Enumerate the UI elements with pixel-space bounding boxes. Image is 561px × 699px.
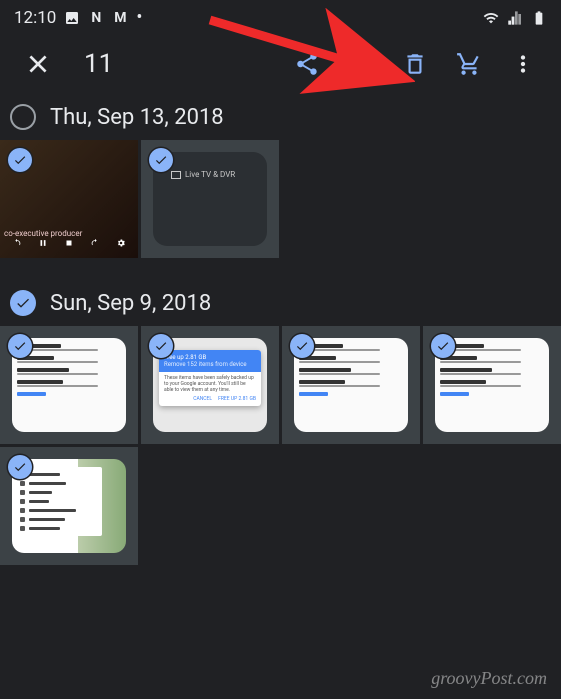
share-button[interactable] [287, 44, 327, 84]
photo-thumbnail[interactable]: Free up 2.81 GB Remove 152 items from de… [141, 326, 279, 444]
dialog-body: These items have been safely backed up t… [159, 372, 261, 396]
photo-row: co-executive producer Live TV & DVR [0, 136, 561, 278]
watermark: groovyPost.com [431, 668, 547, 689]
section-select-toggle[interactable] [10, 290, 36, 316]
video-controls-icon [4, 234, 134, 252]
dialog-subtitle: Remove 152 items from device [164, 361, 247, 368]
status-time: 12:10 [14, 8, 56, 28]
photo-thumbnail[interactable]: Live TV & DVR [141, 140, 279, 258]
date-label: Sun, Sep 9, 2018 [50, 291, 211, 316]
photo-row: Free up 2.81 GB Remove 152 items from de… [0, 322, 561, 585]
close-button[interactable] [18, 44, 58, 84]
add-to-button[interactable] [341, 44, 381, 84]
photo-grid-content: Thu, Sep 13, 2018 co-executive producer [0, 92, 561, 585]
status-bar: 12:10 N M • [0, 0, 561, 36]
selection-app-bar: 11 [0, 36, 561, 92]
gmail-icon: M [112, 10, 128, 26]
selection-checkmark[interactable] [149, 334, 173, 358]
delete-button[interactable] [395, 44, 435, 84]
photo-thumbnail[interactable] [423, 326, 561, 444]
signal-icon [507, 10, 523, 26]
date-section-header[interactable]: Thu, Sep 13, 2018 [0, 92, 561, 136]
selection-checkmark[interactable] [8, 334, 32, 358]
photo-thumbnail[interactable] [0, 326, 138, 444]
dialog-title: Free up 2.81 GB [164, 354, 206, 361]
netflix-icon: N [88, 10, 104, 26]
thumbnail-caption: Live TV & DVR [171, 170, 235, 179]
selection-count: 11 [84, 49, 113, 79]
selection-checkmark[interactable] [431, 334, 455, 358]
date-label: Thu, Sep 13, 2018 [50, 105, 224, 130]
date-section-header[interactable]: Sun, Sep 9, 2018 [0, 278, 561, 322]
selection-checkmark[interactable] [290, 334, 314, 358]
selection-checkmark[interactable] [8, 148, 32, 172]
selection-checkmark[interactable] [149, 148, 173, 172]
order-prints-button[interactable] [449, 44, 489, 84]
dialog-confirm: FREE UP 2.81 GB [218, 396, 256, 402]
image-icon [64, 10, 80, 26]
section-select-toggle[interactable] [10, 104, 36, 130]
dialog-cancel: CANCEL [193, 396, 212, 402]
selection-checkmark[interactable] [8, 455, 32, 479]
photo-thumbnail[interactable] [0, 447, 138, 565]
photo-thumbnail[interactable]: co-executive producer [0, 140, 138, 258]
photo-thumbnail[interactable] [282, 326, 420, 444]
wifi-icon [483, 10, 499, 26]
more-options-button[interactable] [503, 44, 543, 84]
battery-icon [531, 10, 547, 26]
